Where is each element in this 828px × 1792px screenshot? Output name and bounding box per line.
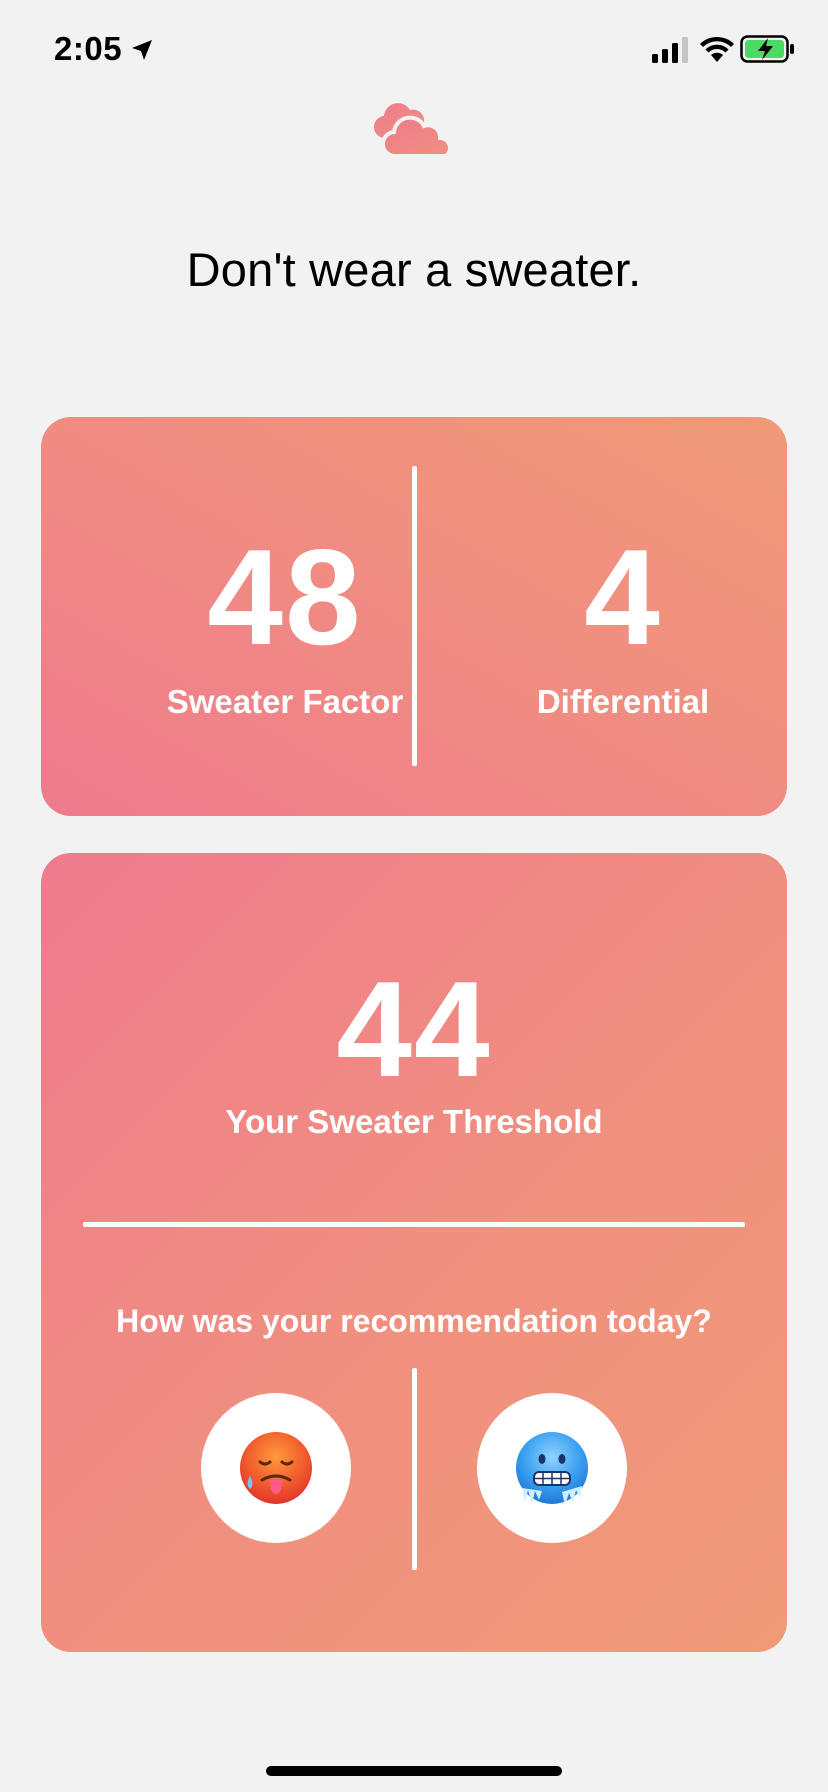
cellular-signal-icon [652,37,688,63]
location-arrow-icon [132,40,152,60]
wifi-icon [700,36,734,62]
vertical-divider [412,466,417,766]
cold-face-emoji-icon [516,1432,588,1505]
sweater-factor-value: 48 [207,521,363,673]
home-indicator[interactable] [266,1766,562,1776]
stats-card: 48 Sweater Factor 4 Differential [41,417,787,816]
differential-stat: 4 Differential [453,529,793,721]
differential-value: 4 [584,521,662,673]
recommendation-headline: Don't wear a sweater. [186,243,642,296]
status-time: 2:05 [54,30,123,67]
too-cold-button[interactable] [477,1393,627,1543]
hot-face-emoji-icon [240,1432,312,1504]
feedback-divider [412,1368,417,1570]
feedback-question: How was your recommendation today? [116,1303,712,1339]
threshold-label: Your Sweater Threshold [225,1103,603,1140]
battery-charging-icon [740,35,794,63]
threshold-card: 44 Your Sweater Threshold How was your r… [41,853,787,1652]
cloud-icon [373,103,452,159]
differential-label: Differential [536,683,710,720]
sweater-factor-label: Sweater Factor [166,683,404,720]
status-bar: 2:05 [0,0,828,100]
too-hot-button[interactable] [201,1393,351,1543]
horizontal-divider [83,1222,745,1227]
sweater-factor-stat: 48 Sweater Factor [115,529,455,721]
threshold-value: 44 [336,953,492,1105]
